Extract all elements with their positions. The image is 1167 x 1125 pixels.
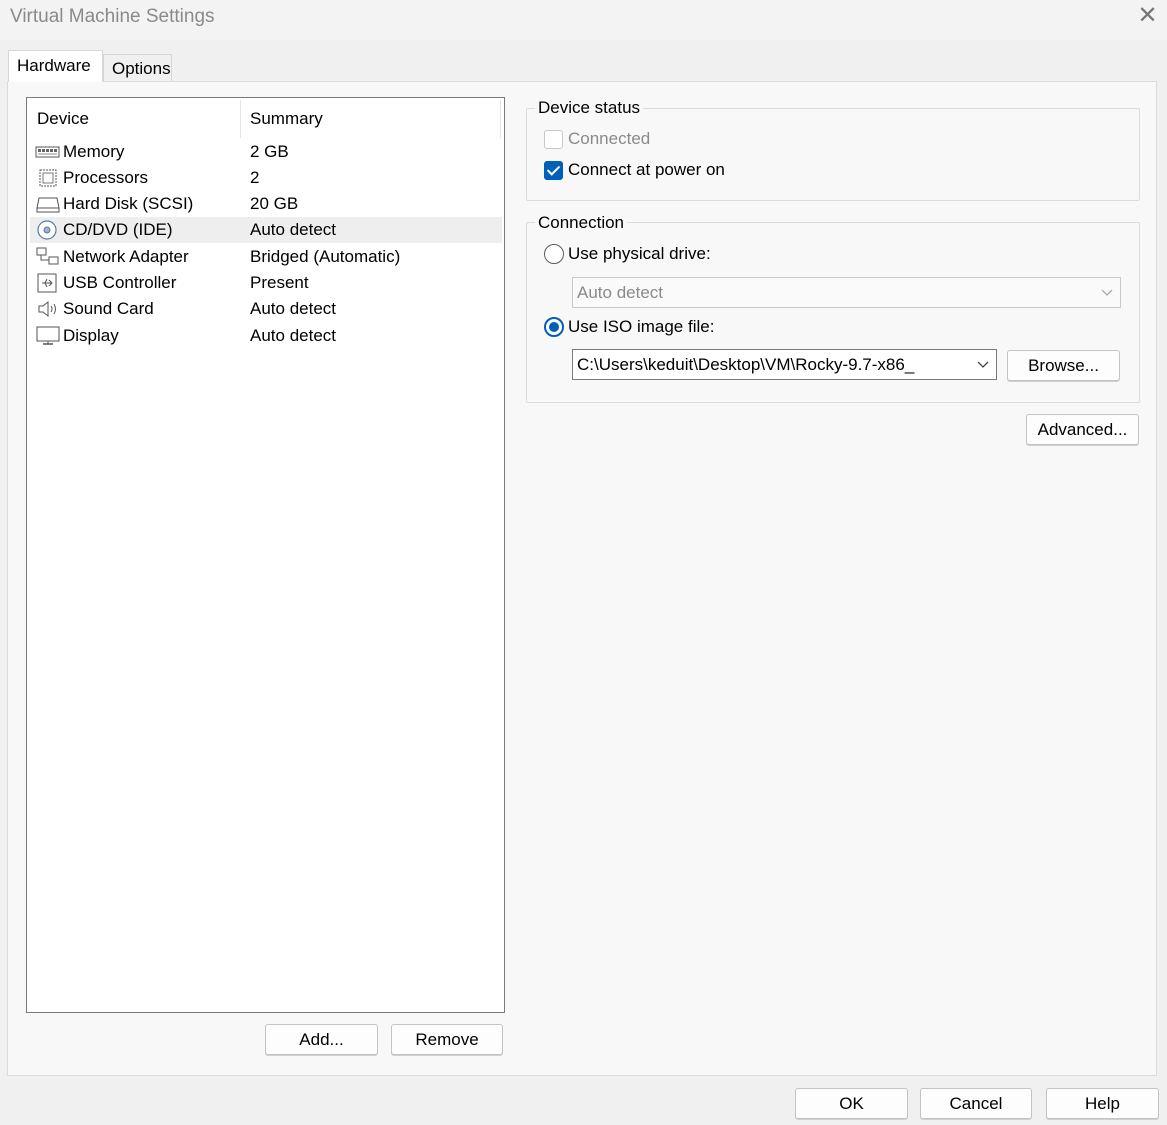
- cancel-button[interactable]: Cancel: [920, 1088, 1032, 1119]
- memory-icon: [35, 146, 60, 158]
- device-row-sound-card[interactable]: Sound Card Auto detect: [30, 296, 502, 322]
- tab-options[interactable]: Options: [103, 54, 172, 82]
- chevron-down-icon[interactable]: [976, 354, 990, 374]
- device-summary: Present: [250, 273, 309, 292]
- remove-button[interactable]: Remove: [391, 1024, 503, 1055]
- device-summary: Bridged (Automatic): [250, 247, 401, 266]
- cd-dvd-icon: [37, 220, 57, 240]
- device-row-hard-disk[interactable]: Hard Disk (SCSI) 20 GB: [30, 191, 502, 217]
- device-summary: Auto detect: [250, 326, 337, 345]
- device-name: Processors: [63, 168, 149, 187]
- device-name: Sound Card: [63, 299, 154, 318]
- ok-button[interactable]: OK: [795, 1088, 908, 1119]
- device-list[interactable]: Device Summary Memory 2 GB Processors 2 …: [26, 97, 505, 1013]
- device-status-title: Device status: [535, 98, 644, 118]
- use-physical-drive-radio[interactable]: [544, 244, 564, 264]
- device-summary: Auto detect: [250, 220, 337, 239]
- window-title: Virtual Machine Settings: [10, 6, 215, 27]
- device-name: CD/DVD (IDE): [63, 220, 173, 239]
- iso-image-path-input[interactable]: C:\Users\keduit\Desktop\VM\Rocky-9.7-x86…: [572, 349, 997, 380]
- chevron-down-icon[interactable]: [1100, 282, 1114, 302]
- display-icon: [36, 326, 60, 345]
- physical-drive-select[interactable]: Auto detect: [572, 277, 1121, 308]
- browse-button[interactable]: Browse...: [1007, 350, 1120, 381]
- connection-title: Connection: [535, 213, 628, 233]
- sound-card-icon: [38, 300, 56, 318]
- device-row-display[interactable]: Display Auto detect: [30, 323, 502, 349]
- column-header-summary[interactable]: Summary: [250, 109, 323, 129]
- connected-checkbox[interactable]: [544, 130, 563, 149]
- hard-disk-icon: [36, 197, 60, 213]
- processor-icon: [39, 169, 57, 187]
- physical-drive-value: Auto detect: [577, 283, 664, 302]
- help-button[interactable]: Help: [1046, 1088, 1159, 1119]
- device-row-processors[interactable]: Processors 2: [30, 165, 502, 191]
- column-separator[interactable]: [240, 100, 241, 138]
- device-row-usb-controller[interactable]: USB Controller Present: [30, 270, 502, 296]
- title-bar: Virtual Machine Settings ✕: [0, 0, 1167, 40]
- device-row-network-adapter[interactable]: Network Adapter Bridged (Automatic): [30, 244, 502, 270]
- device-status-group: [526, 108, 1140, 201]
- device-summary: 2: [250, 168, 260, 187]
- use-iso-image-radio[interactable]: [544, 317, 564, 337]
- device-name: USB Controller: [63, 273, 177, 292]
- device-name: Network Adapter: [63, 247, 189, 266]
- device-row-cd-dvd[interactable]: CD/DVD (IDE) Auto detect: [30, 217, 502, 243]
- column-separator[interactable]: [500, 100, 501, 138]
- close-icon[interactable]: ✕: [1137, 2, 1157, 29]
- use-iso-image-label: Use ISO image file:: [568, 317, 715, 336]
- add-button[interactable]: Add...: [265, 1024, 378, 1055]
- device-summary: Auto detect: [250, 299, 337, 318]
- iso-image-path-value: C:\Users\keduit\Desktop\VM\Rocky-9.7-x86…: [577, 355, 915, 374]
- column-header-device[interactable]: Device: [37, 109, 89, 129]
- use-physical-drive-label: Use physical drive:: [568, 244, 711, 263]
- close-button[interactable]: ✕: [1128, 0, 1167, 34]
- connect-at-power-on-label: Connect at power on: [568, 160, 725, 179]
- connect-at-power-on-checkbox[interactable]: [544, 161, 563, 180]
- device-summary: 2 GB: [250, 142, 289, 161]
- device-name: Display: [63, 326, 119, 345]
- usb-controller-icon: [37, 273, 57, 293]
- list-header: Device Summary: [27, 98, 504, 138]
- device-summary: 20 GB: [250, 194, 299, 213]
- device-name: Memory: [63, 142, 125, 161]
- device-row-memory[interactable]: Memory 2 GB: [30, 139, 502, 165]
- device-name: Hard Disk (SCSI): [63, 194, 194, 213]
- connected-label: Connected: [568, 129, 651, 148]
- tab-hardware[interactable]: Hardware: [8, 50, 103, 82]
- advanced-button[interactable]: Advanced...: [1026, 414, 1139, 445]
- network-adapter-icon: [36, 247, 59, 265]
